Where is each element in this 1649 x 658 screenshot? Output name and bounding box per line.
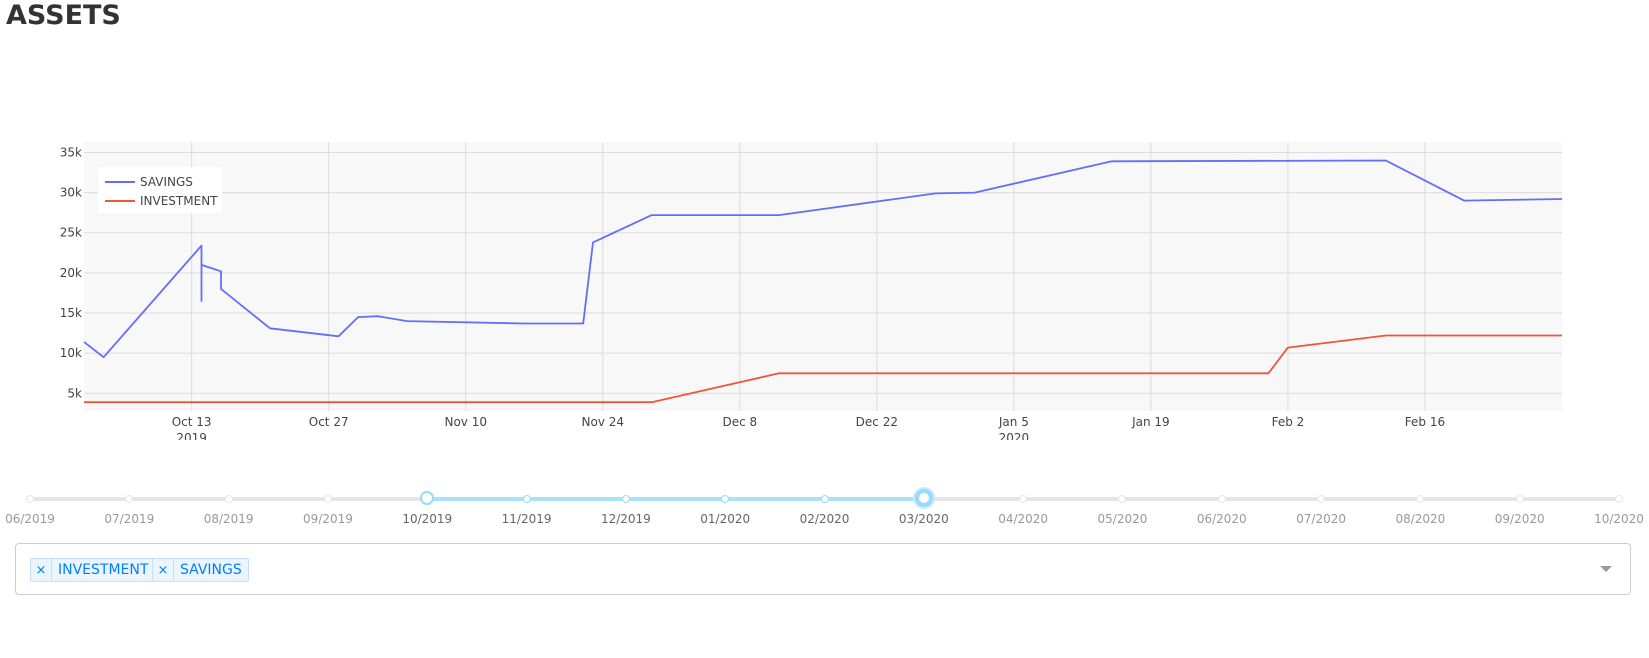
remove-investment-icon[interactable]: × [31, 559, 52, 581]
x-tick-label: Feb 2 [1272, 415, 1305, 429]
slider-start-handle[interactable] [420, 491, 435, 505]
slider-mark-label[interactable]: 01/2020 [700, 512, 750, 526]
slider-dot[interactable] [820, 495, 829, 503]
slider-mark-label[interactable]: 02/2020 [800, 512, 850, 526]
chevron-down-icon[interactable] [1600, 566, 1612, 572]
slider-dot[interactable] [1416, 495, 1425, 503]
slider-dot[interactable] [1317, 495, 1326, 503]
x-tick-year-label: 2020 [999, 431, 1030, 440]
slider-dot[interactable] [522, 495, 531, 503]
x-tick-label: Dec 22 [856, 415, 898, 429]
legend-label-investment: INVESTMENT [140, 194, 218, 208]
slider-mark-label[interactable]: 11/2019 [502, 512, 552, 526]
x-tick-year-label: 2019 [176, 431, 207, 440]
slider-dot[interactable] [1118, 495, 1127, 503]
tag-label-savings: SAVINGS [180, 562, 242, 578]
month-range-slider[interactable]: 06/2019 07/2019 08/2019 09/2019 10/2019 11/20… [0, 480, 1649, 530]
slider-dot[interactable] [1615, 495, 1623, 503]
tag-savings: × SAVINGS [152, 558, 249, 582]
slider-mark-label[interactable]: 09/2019 [303, 512, 353, 526]
slider-mark-label[interactable]: 06/2019 [5, 512, 55, 526]
y-tick-label: 20k [60, 266, 82, 280]
plot-background [84, 142, 1562, 411]
slider-mark-label[interactable]: 03/2020 [899, 512, 949, 526]
y-tick-label: 35k [60, 145, 82, 159]
series-multi-select[interactable]: × INVESTMENT × SAVINGS [15, 543, 1631, 595]
x-tick-label: Jan 19 [1131, 415, 1170, 429]
slider-mark-label[interactable]: 06/2020 [1197, 512, 1247, 526]
slider-dot[interactable] [125, 495, 134, 503]
x-tick-label: Jan 5 [998, 415, 1029, 429]
slider-mark-label[interactable]: 09/2020 [1495, 512, 1545, 526]
y-tick-label: 10k [60, 346, 82, 360]
slider-dot[interactable] [721, 495, 730, 503]
legend[interactable]: SAVINGS INVESTMENT [98, 167, 222, 213]
y-tick-label: 15k [60, 306, 82, 320]
slider-mark-label[interactable]: 08/2020 [1395, 512, 1445, 526]
slider-dot[interactable] [1217, 495, 1226, 503]
assets-line-chart: 5k 10k 15k 20k 25k 30k 35k Oct 13 2019 Oct 27 Nov … [60, 142, 1563, 440]
x-tick-label: Oct 13 [172, 415, 212, 429]
y-tick-label: 25k [60, 226, 82, 240]
slider-dot[interactable] [1019, 495, 1028, 503]
x-tick-label: Dec 8 [722, 415, 757, 429]
x-tick-label: Feb 16 [1405, 415, 1445, 429]
x-tick-label: Nov 24 [582, 415, 625, 429]
slider-end-handle[interactable] [914, 489, 933, 507]
tag-label-investment: INVESTMENT [58, 562, 149, 578]
slider-mark-label[interactable]: 10/2020 [1594, 512, 1644, 526]
slider-dot[interactable] [621, 495, 630, 503]
slider-dot[interactable] [224, 495, 233, 503]
x-tick-label: Nov 10 [444, 415, 487, 429]
slider-dot[interactable] [26, 495, 34, 503]
slider-mark-label[interactable]: 05/2020 [1098, 512, 1148, 526]
y-tick-label: 5k [67, 386, 82, 400]
slider-mark-label[interactable]: 10/2019 [402, 512, 452, 526]
slider-mark-label[interactable]: 08/2019 [204, 512, 254, 526]
remove-savings-icon[interactable]: × [153, 559, 174, 581]
slider-mark-label[interactable]: 12/2019 [601, 512, 651, 526]
tag-investment: × INVESTMENT [30, 558, 156, 582]
legend-label-savings: SAVINGS [140, 175, 193, 189]
slider-mark-label[interactable]: 07/2019 [104, 512, 154, 526]
slider-dot[interactable] [323, 495, 332, 503]
slider-mark-label[interactable]: 04/2020 [998, 512, 1048, 526]
slider-mark-label[interactable]: 07/2020 [1296, 512, 1346, 526]
slider-selected-track[interactable] [427, 497, 924, 501]
slider-dot[interactable] [1515, 495, 1524, 503]
x-tick-label: Oct 27 [309, 415, 349, 429]
y-tick-label: 30k [60, 186, 82, 200]
